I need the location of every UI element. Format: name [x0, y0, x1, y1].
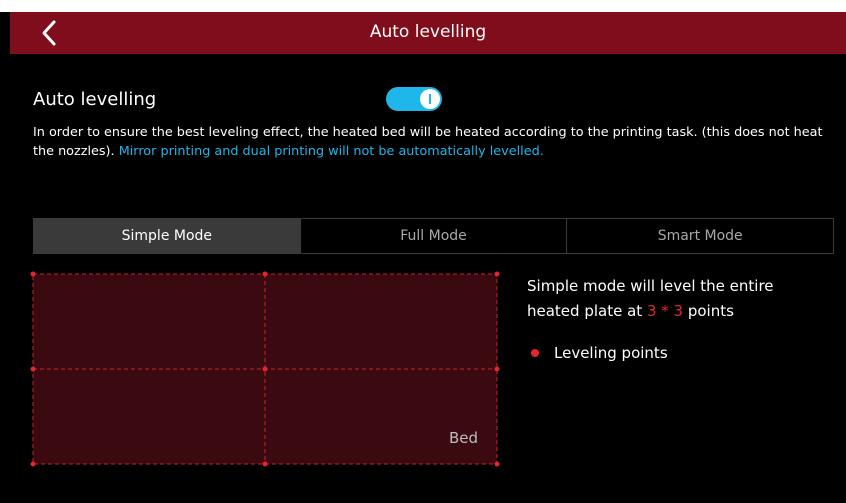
- legend-label: Leveling points: [554, 344, 668, 362]
- leveling-point: [30, 461, 36, 467]
- leveling-point: [494, 366, 500, 372]
- leveling-point: [494, 461, 500, 467]
- leveling-point: [262, 461, 268, 467]
- leveling-point-legend-icon: [531, 349, 539, 357]
- bed-diagram: Bed: [30, 271, 500, 467]
- leveling-point: [30, 366, 36, 372]
- bed-label: Bed: [449, 429, 478, 447]
- leveling-point: [30, 271, 36, 277]
- mode-info: Simple mode will level the entire heated…: [527, 274, 827, 324]
- leveling-point: [262, 366, 268, 372]
- leveling-point: [262, 271, 268, 277]
- legend: Leveling points: [531, 344, 668, 362]
- leveling-point: [494, 271, 500, 277]
- info-grid-count: 3 * 3: [646, 302, 684, 320]
- info-text-after: points: [687, 302, 734, 320]
